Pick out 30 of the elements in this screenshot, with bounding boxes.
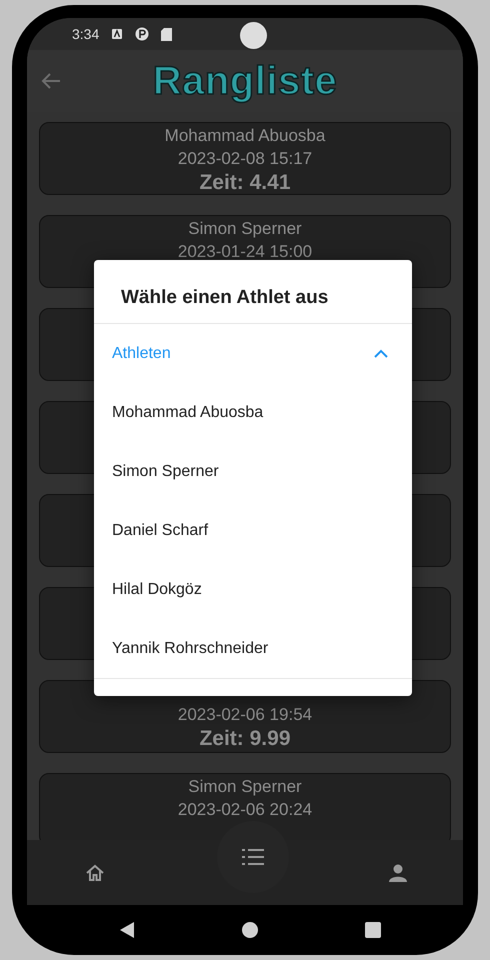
athlete-option[interactable]: Mohammad Abuosba <box>94 383 412 442</box>
result-card[interactable]: Mohammad Abuosba 2023-02-08 15:17 Zeit: 4.41 <box>39 122 451 195</box>
status-time: 3:34 <box>72 26 100 42</box>
camera-dot <box>240 22 267 49</box>
home-icon[interactable] <box>85 862 105 882</box>
athlete-name: Mohammad Abuosba <box>164 125 326 147</box>
athlete-option[interactable]: Simon Sperner <box>94 442 412 501</box>
result-time: Zeit: 9.99 <box>199 726 291 752</box>
result-date: 2023-02-08 15:17 <box>178 148 312 170</box>
athlete-option[interactable]: Daniel Scharf <box>94 501 412 560</box>
athlete-name: Simon Sperner <box>188 218 302 240</box>
home-circle-icon[interactable] <box>242 922 258 938</box>
back-icon[interactable] <box>119 922 135 938</box>
notification-icon <box>111 28 124 40</box>
app-icon <box>135 27 150 41</box>
result-date: 2023-02-06 20:24 <box>178 799 312 821</box>
athlete-option[interactable]: Hilal Dokgöz <box>94 560 412 619</box>
result-date: 2023-01-24 15:00 <box>178 241 312 263</box>
list-icon <box>242 848 264 866</box>
profile-icon[interactable] <box>388 862 408 882</box>
dialog-title: Wähle einen Athlet aus <box>94 260 412 324</box>
page-title: Rangliste <box>152 58 338 104</box>
athlete-option[interactable]: Yannik Rohrschneider <box>94 619 412 678</box>
result-time: Zeit: 4.41 <box>199 170 291 196</box>
result-card[interactable]: Simon Sperner 2023-02-06 20:24 <box>39 773 451 840</box>
sd-card-icon <box>161 28 172 40</box>
back-arrow-icon[interactable] <box>41 72 61 90</box>
chevron-icon <box>374 349 388 358</box>
result-date: 2023-02-06 19:54 <box>178 704 312 726</box>
athlete-name: Simon Sperner <box>188 776 302 798</box>
